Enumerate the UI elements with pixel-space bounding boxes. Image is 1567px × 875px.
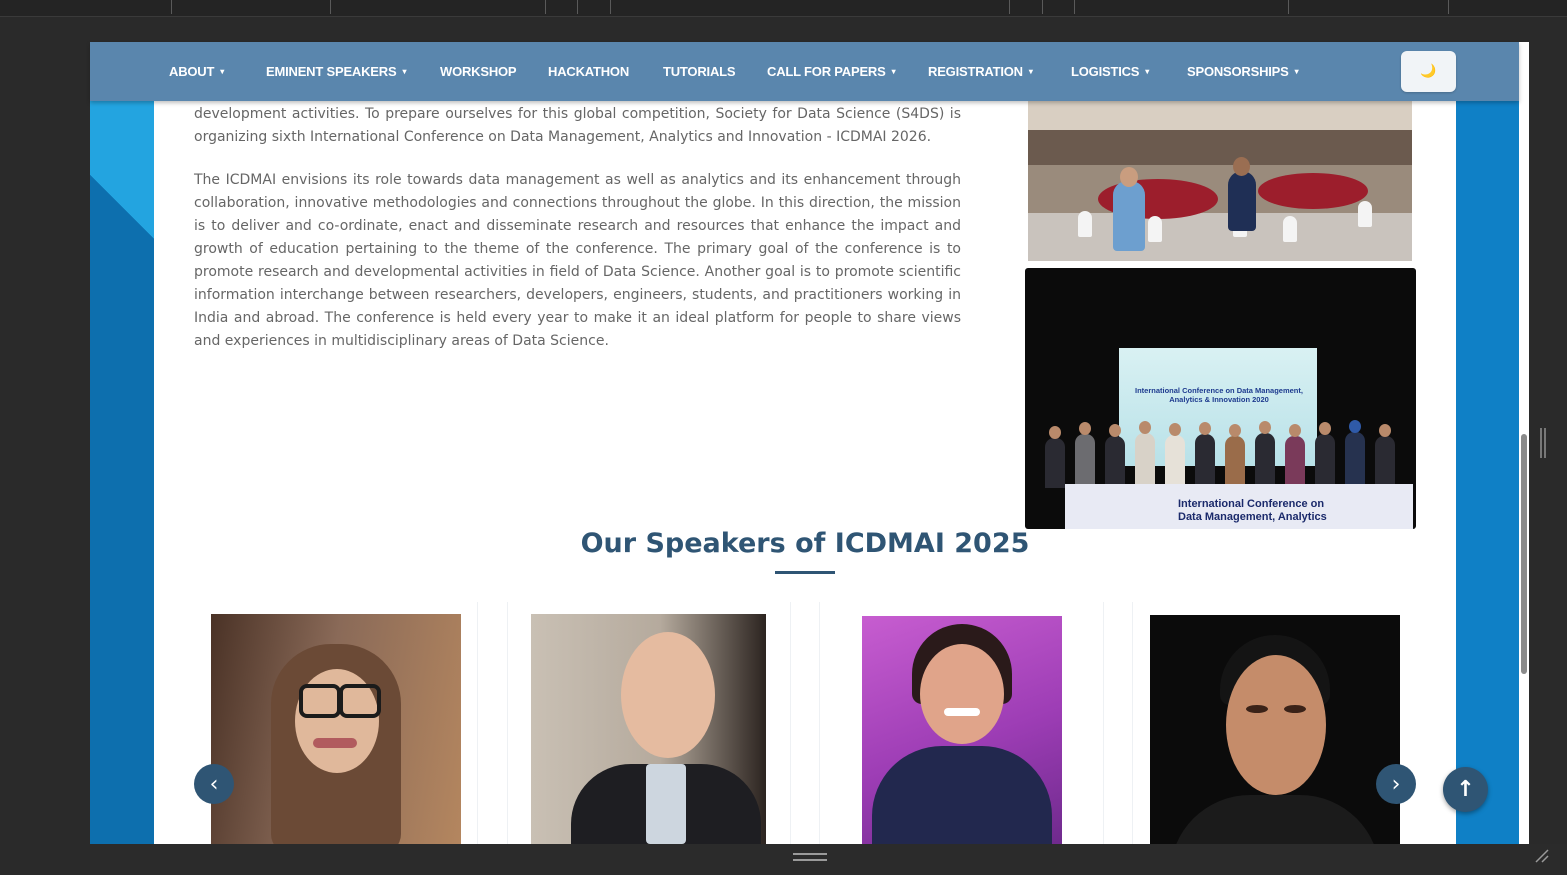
caret-down-icon: ▾ <box>891 67 896 76</box>
about-paragraph-1: development activities. To prepare ourse… <box>194 106 961 145</box>
caret-down-icon: ▾ <box>1294 67 1299 76</box>
stage-banner-text: International Conference on Data Managem… <box>1178 498 1327 523</box>
card-divider <box>477 602 478 844</box>
card-divider <box>819 602 820 844</box>
strip-divider <box>1074 0 1075 14</box>
caret-down-icon: ▾ <box>1028 67 1033 76</box>
nav-item-sponsorships[interactable]: SPONSORSHIPS ▾ <box>1187 64 1299 79</box>
speaker-photo-2[interactable] <box>531 614 766 844</box>
nav-item-hackathon[interactable]: HACKATHON <box>548 64 629 79</box>
panel-resize-handle[interactable] <box>793 853 827 861</box>
strip-divider <box>330 0 331 14</box>
nav-item-registration[interactable]: REGISTRATION ▾ <box>928 64 1033 79</box>
speakers-section-title: Our Speakers of ICDMAI 2025 <box>580 528 1030 559</box>
caret-down-icon: ▾ <box>1145 67 1150 76</box>
caret-down-icon: ▾ <box>220 67 225 76</box>
carousel-prev-button[interactable]: ‹ <box>194 764 234 804</box>
nav-item-call-for-papers[interactable]: CALL FOR PAPERS ▾ <box>767 64 896 79</box>
resize-corner-icon[interactable] <box>1534 848 1550 864</box>
strip-divider <box>1042 0 1043 14</box>
speaker-photo-4[interactable] <box>1150 615 1400 844</box>
nav-item-logistics[interactable]: LOGISTICS ▾ <box>1071 64 1149 79</box>
card-divider <box>507 602 508 844</box>
arrow-up-icon: ↑ <box>1456 777 1475 802</box>
strip-divider <box>171 0 172 14</box>
speaker-photo-1[interactable] <box>211 614 461 844</box>
browser-top-strip <box>0 0 1567 17</box>
moon-icon: 🌙 <box>1420 64 1437 79</box>
theme-toggle-button[interactable]: 🌙 <box>1401 51 1456 92</box>
strip-divider <box>1288 0 1289 14</box>
card-divider <box>1103 602 1104 844</box>
back-to-top-button[interactable]: ↑ <box>1443 767 1488 812</box>
bottom-panel-bar <box>90 844 1567 875</box>
carousel-next-button[interactable]: › <box>1376 764 1416 804</box>
page-scrollbar[interactable] <box>1521 434 1527 674</box>
chevron-left-icon: ‹ <box>209 771 219 797</box>
stage-screen-title: International Conference on Data Managem… <box>1135 386 1303 404</box>
conference-audience-photo <box>1028 101 1412 261</box>
strip-divider <box>577 0 578 14</box>
nav-item-about[interactable]: ABOUT ▾ <box>169 64 224 79</box>
card-divider <box>1132 602 1133 844</box>
strip-divider <box>1448 0 1449 14</box>
about-paragraph-2: The ICDMAI envisions its role towards da… <box>194 172 961 349</box>
strip-divider <box>1009 0 1010 14</box>
nav-item-eminent-speakers[interactable]: EMINENT SPEAKERS ▾ <box>266 64 406 79</box>
card-divider <box>790 602 791 844</box>
stage-group <box>1035 418 1405 488</box>
nav-item-tutorials[interactable]: TUTORIALS <box>663 64 736 79</box>
main-navbar: ABOUT ▾ EMINENT SPEAKERS ▾ WORKSHOP HACKAT… <box>90 42 1519 101</box>
conference-stage-photo: International Conference on Data Managem… <box>1025 268 1416 529</box>
chevron-right-icon: › <box>1391 771 1401 797</box>
caret-down-icon: ▾ <box>402 67 407 76</box>
panel-splitter-grip[interactable] <box>1540 428 1546 458</box>
strip-divider <box>610 0 611 14</box>
speaker-photo-3[interactable] <box>862 616 1062 844</box>
nav-item-workshop[interactable]: WORKSHOP <box>440 64 517 79</box>
strip-divider <box>545 0 546 14</box>
title-underline <box>775 571 835 574</box>
